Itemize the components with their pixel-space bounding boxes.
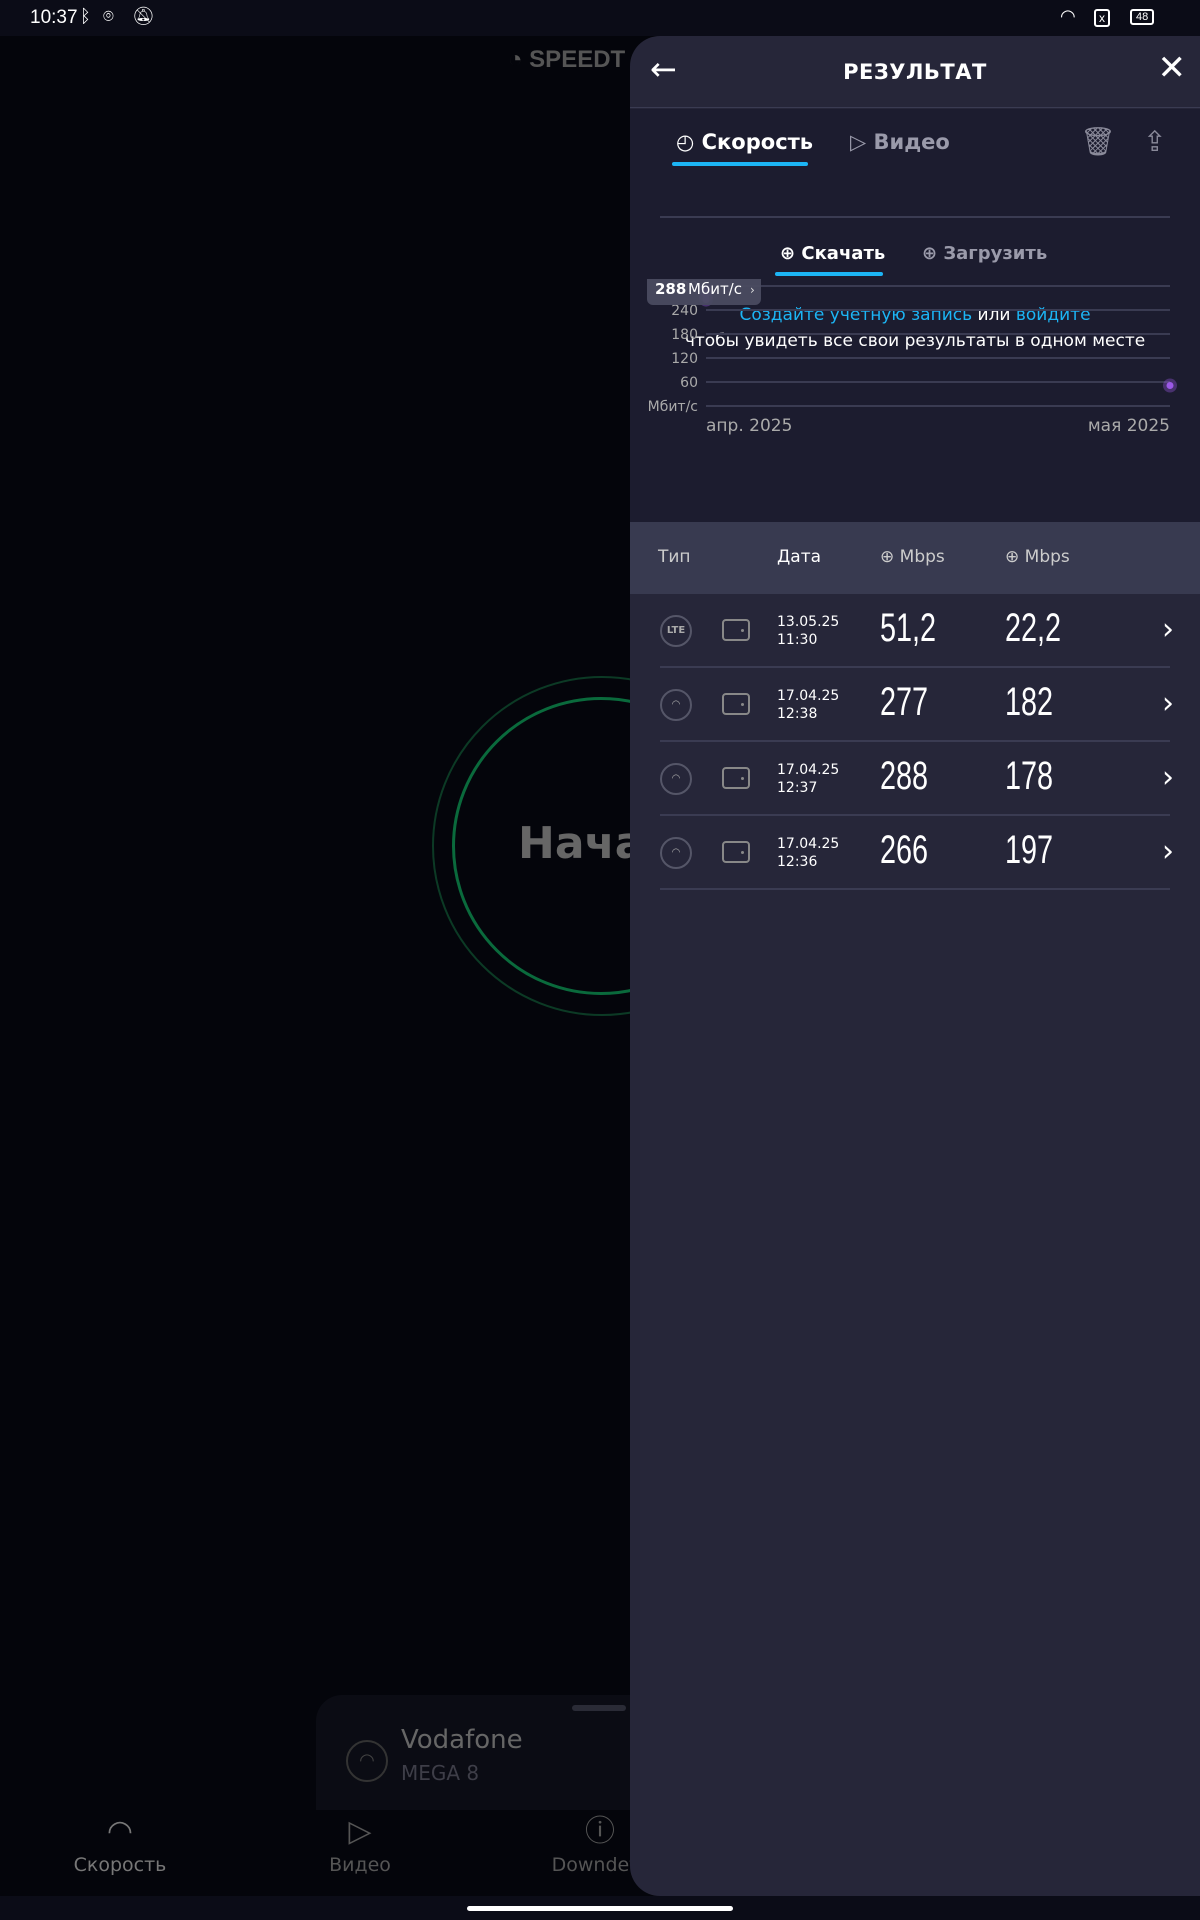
download-icon: ⊕ bbox=[880, 547, 895, 567]
x-tick-label: апр. 2025 bbox=[706, 416, 792, 436]
start-button-label[interactable]: Нача bbox=[518, 818, 644, 869]
play-icon: ▷ bbox=[850, 130, 867, 154]
nav-video[interactable]: ▷ Видео bbox=[280, 1810, 440, 1876]
chevron-right-icon: › bbox=[1162, 612, 1174, 647]
wifi-icon: ◠ bbox=[660, 837, 692, 869]
chevron-right-icon: › bbox=[1162, 834, 1174, 869]
close-icon[interactable]: ✕ bbox=[1158, 48, 1187, 88]
table-row[interactable]: LTE 13.05.25 11:30 51,2 22,2 › bbox=[660, 594, 1174, 668]
panel-body: ◴ Скорость ▷ Видео 🗑︎ ⇪ ⊕ Скачать ⊕ Загр… bbox=[630, 109, 1200, 522]
tab-speed-underline bbox=[672, 162, 808, 166]
clock: 10:37 bbox=[30, 7, 78, 28]
table-header: Тип Дата ⊕ Mbps ⊕ Mbps bbox=[630, 522, 1200, 594]
download-value: 288 bbox=[880, 754, 929, 798]
tooltip-value: 288 bbox=[655, 280, 686, 298]
location-icon: ⌾ bbox=[103, 6, 114, 26]
chevron-right-icon: › bbox=[1162, 686, 1174, 721]
col-date: Дата bbox=[777, 547, 822, 567]
gesture-bar bbox=[0, 1896, 1200, 1920]
download-value: 51,2 bbox=[880, 606, 937, 650]
wifi-icon: ◠ bbox=[660, 763, 692, 795]
sim-off-icon: x bbox=[1094, 9, 1110, 27]
row-datetime: 17.04.25 12:36 bbox=[777, 836, 840, 870]
wifi-icon: ◠ bbox=[346, 1740, 388, 1782]
table-row[interactable]: ◠ 17.04.25 12:37 288 178 › bbox=[660, 742, 1174, 816]
table-row[interactable]: ◠ 17.04.25 12:38 277 182 › bbox=[660, 668, 1174, 742]
subtab-download-underline bbox=[775, 272, 883, 276]
bluetooth-icon: ᛒ bbox=[80, 6, 91, 26]
status-bar: 10:37 ᛒ ⌾ 🔕︎ ◠ x 48 bbox=[0, 0, 1200, 36]
y-tick-label: 120 bbox=[671, 351, 698, 367]
download-icon: ⊕ bbox=[780, 243, 796, 264]
upload-value: 182 bbox=[1005, 680, 1054, 724]
trash-icon[interactable]: 🗑︎ bbox=[1080, 125, 1116, 158]
download-value: 277 bbox=[880, 680, 929, 724]
bottom-nav: ◠ Скорость ▷ Видео ⓘ Downdete bbox=[0, 1810, 648, 1896]
network-sub: MEGA 8 bbox=[401, 1761, 480, 1785]
nav-speed[interactable]: ◠ Скорость bbox=[40, 1810, 200, 1876]
bell-off-icon: 🔕︎ bbox=[132, 6, 155, 26]
col-up: ⊕ Mbps bbox=[1005, 547, 1070, 567]
y-tick-label: 60 bbox=[680, 375, 698, 391]
upload-icon: ⊕ bbox=[922, 243, 938, 264]
upload-icon: ⊕ bbox=[1005, 547, 1020, 567]
tablet-icon bbox=[722, 841, 750, 863]
gauge-icon: ◴ bbox=[676, 130, 695, 154]
tab-speed[interactable]: ◴ Скорость bbox=[676, 130, 813, 154]
network-name: Vodafone bbox=[401, 1725, 523, 1755]
wifi-icon: ◠ bbox=[660, 689, 692, 721]
chevron-right-icon: › bbox=[750, 283, 755, 297]
gauge-icon: ◠ bbox=[106, 1814, 134, 1849]
upload-value: 178 bbox=[1005, 754, 1054, 798]
upload-value: 197 bbox=[1005, 828, 1054, 872]
subtab-upload[interactable]: ⊕ Загрузить bbox=[922, 243, 1047, 264]
tooltip-unit: Мбит/с bbox=[688, 280, 742, 298]
tablet-icon bbox=[722, 767, 750, 789]
tabs-divider bbox=[660, 216, 1170, 218]
row-datetime: 13.05.25 11:30 bbox=[777, 614, 840, 648]
y-tick-label: 240 bbox=[671, 303, 698, 319]
tablet-icon bbox=[722, 619, 750, 641]
panel-header: ← РЕЗУЛЬТАТ ✕ bbox=[630, 36, 1200, 108]
y-axis-unit: Мбит/с bbox=[648, 399, 698, 415]
lte-icon: LTE bbox=[660, 615, 692, 647]
network-card[interactable]: ◠ Vodafone MEGA 8 bbox=[316, 1695, 646, 1815]
wifi-icon: ◠ bbox=[1060, 6, 1076, 26]
y-tick-label: 180 bbox=[671, 327, 698, 343]
home-indicator[interactable] bbox=[467, 1906, 733, 1911]
speed-chart: 30024018012060Мбит/сапр. 2025мая 2025288… bbox=[647, 279, 1177, 436]
drag-handle[interactable] bbox=[572, 1705, 626, 1711]
x-tick-label: мая 2025 bbox=[1088, 416, 1170, 436]
chevron-right-icon: › bbox=[1162, 760, 1174, 795]
tab-video[interactable]: ▷ Видео bbox=[850, 130, 950, 154]
row-datetime: 17.04.25 12:37 bbox=[777, 762, 840, 796]
subtab-download[interactable]: ⊕ Скачать bbox=[780, 243, 885, 264]
panel-title: РЕЗУЛЬТАТ bbox=[843, 60, 987, 84]
upload-value: 22,2 bbox=[1005, 606, 1062, 650]
table-row[interactable]: ◠ 17.04.25 12:36 266 197 › bbox=[660, 816, 1174, 890]
play-icon: ▷ bbox=[348, 1814, 372, 1849]
share-icon[interactable]: ⇪ bbox=[1143, 125, 1166, 158]
battery-icon: 48 bbox=[1130, 9, 1155, 25]
data-point bbox=[1166, 382, 1174, 390]
results-panel: ← РЕЗУЛЬТАТ ✕ ◴ Скорость ▷ Видео 🗑︎ ⇪ ⊕ … bbox=[630, 36, 1200, 1896]
tablet-icon bbox=[722, 693, 750, 715]
download-value: 266 bbox=[880, 828, 929, 872]
speedtest-logo: ◔ SPEEDT bbox=[508, 46, 626, 73]
col-down: ⊕ Mbps bbox=[880, 547, 945, 567]
row-datetime: 17.04.25 12:38 bbox=[777, 688, 840, 722]
col-type: Тип bbox=[658, 547, 691, 567]
